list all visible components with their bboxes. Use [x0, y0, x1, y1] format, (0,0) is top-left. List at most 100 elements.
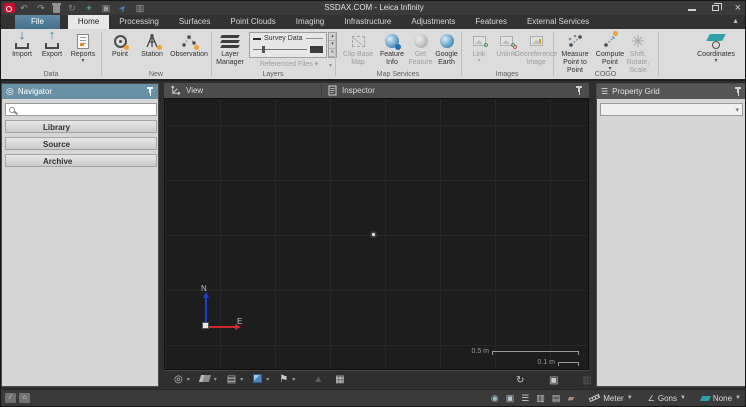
- new-observation-button[interactable]: Observation: [168, 31, 210, 59]
- tab-point-clouds[interactable]: Point Clouds: [220, 15, 285, 29]
- feature-info-button[interactable]: Feature Info: [377, 31, 407, 67]
- statusbar-property-grid-icon[interactable]: ☰: [521, 393, 529, 404]
- search-input[interactable]: [18, 105, 156, 115]
- clip-base-map-icon: [352, 36, 365, 47]
- layer-gallery-item-label: Survey Data: [264, 35, 303, 42]
- tab-adjustments[interactable]: Adjustments: [401, 15, 465, 29]
- google-earth-button[interactable]: Google Earth: [433, 31, 460, 67]
- meter-dropdown-caret: ▼: [627, 395, 633, 401]
- report-icon: [77, 34, 89, 49]
- gallery-dropdown-caret[interactable]: ▾: [329, 62, 332, 69]
- angle-icon: ∠: [648, 394, 655, 403]
- statusbar-inspector-icon[interactable]: ▣: [506, 393, 515, 404]
- tab-external-services[interactable]: External Services: [517, 15, 599, 29]
- home-chip[interactable]: ⌂: [19, 393, 30, 403]
- minimize-button[interactable]: [688, 9, 696, 11]
- angle-unit-selector[interactable]: ∠ Gons ▼: [648, 394, 686, 403]
- export-button[interactable]: ↑ Export: [38, 31, 66, 59]
- distance-unit-selector[interactable]: Meter ▼: [589, 394, 632, 403]
- navigator-library-button[interactable]: Library: [5, 120, 157, 133]
- view-orbit-button[interactable]: ◎: [174, 374, 183, 386]
- reports-button[interactable]: Reports: [68, 31, 98, 64]
- filter-dropdown-caret[interactable]: ▾: [292, 374, 295, 386]
- group-separator: [461, 32, 462, 76]
- referenced-files-button[interactable]: Referenced Files ▾: [247, 60, 331, 68]
- clip-base-map-button[interactable]: Clip Base Map: [341, 31, 375, 67]
- statusbar-project-icon[interactable]: ▰: [567, 393, 574, 404]
- property-grid-header[interactable]: ☰ Property Grid: [597, 84, 746, 99]
- navigator-source-button[interactable]: Source: [5, 137, 157, 150]
- inspector-icon: [328, 85, 337, 96]
- property-grid-title: Property Grid: [612, 87, 660, 96]
- globe-info-icon: [385, 34, 399, 48]
- opacity-slider-handle[interactable]: [262, 46, 265, 53]
- group-separator: [553, 32, 554, 76]
- restore-button[interactable]: [712, 5, 719, 11]
- layer-manager-button[interactable]: Layer Manager: [213, 31, 247, 67]
- measure-point-to-point-button[interactable]: Measure Point to Point: [555, 31, 595, 75]
- coordinates-button[interactable]: Coordinates: [691, 31, 741, 64]
- tab-imaging[interactable]: Imaging: [286, 15, 334, 29]
- import-button[interactable]: ↓ Import: [7, 31, 37, 59]
- none-dropdown-caret: ▼: [735, 395, 741, 401]
- property-grid-pin-icon[interactable]: [734, 87, 742, 96]
- statusbar-navigator-icon[interactable]: ◉: [491, 393, 499, 404]
- unlink-image-icon: [500, 36, 513, 46]
- view-pin-icon[interactable]: [575, 86, 583, 95]
- import-icon: ↓: [15, 33, 29, 49]
- eraser-dropdown-caret[interactable]: ▾: [214, 374, 217, 386]
- group-label-images: Images: [461, 71, 553, 78]
- new-station-button[interactable]: Station: [136, 31, 168, 59]
- snap-settings-button[interactable]: ▤: [227, 374, 236, 386]
- scale-minor-label: 0.1 m: [537, 359, 555, 366]
- collapse-ribbon-icon[interactable]: ▲: [732, 15, 739, 29]
- group-label-layers: Layers: [211, 71, 335, 78]
- shift-rotate-scale-icon: [630, 33, 646, 49]
- navigator-header[interactable]: ◎ Navigator: [2, 84, 158, 99]
- get-feature-button[interactable]: Get Feature: [407, 31, 434, 67]
- origin-point-marker: [372, 233, 375, 236]
- navigator-search[interactable]: [5, 103, 157, 116]
- edit-mode-chip[interactable]: ∕: [5, 393, 16, 403]
- navigator-pin-icon[interactable]: [146, 87, 154, 96]
- statusbar-report-icon[interactable]: ▤: [552, 393, 561, 404]
- capture-button-disabled: ▥: [582, 375, 591, 386]
- link-image-button[interactable]: Link: [467, 31, 491, 64]
- layer-color-swatch: [253, 38, 261, 40]
- coordinate-system-selector[interactable]: None ▼: [701, 394, 741, 403]
- axis-east-arrow: [206, 326, 236, 328]
- snap-dropdown-caret[interactable]: ▾: [240, 374, 243, 386]
- property-grid-selector[interactable]: [600, 103, 743, 116]
- close-button[interactable]: ×: [735, 2, 741, 14]
- navigator-archive-button[interactable]: Archive: [5, 154, 157, 167]
- title-bar: ↶ ↷ ↻ ✦ ▣ ➤ ▥ SSDAX.COM - Leica Infinity…: [1, 1, 746, 15]
- tab-inspector[interactable]: Inspector: [322, 83, 381, 98]
- tab-infrastructure[interactable]: Infrastructure: [334, 15, 401, 29]
- new-point-button[interactable]: Point: [105, 31, 135, 59]
- window-controls: ×: [688, 1, 741, 15]
- layer-gallery[interactable]: Survey Data: [249, 32, 327, 58]
- tab-surfaces[interactable]: Surfaces: [169, 15, 221, 29]
- grid-toggle-button[interactable]: ▦: [335, 374, 344, 386]
- export-icon: ↑: [45, 33, 59, 49]
- filter-button[interactable]: ⚑: [279, 374, 288, 386]
- view-axes-icon: [170, 85, 181, 96]
- tab-features[interactable]: Features: [465, 15, 517, 29]
- view-3d-cube-button[interactable]: [253, 374, 262, 387]
- zoom-extents-button[interactable]: ▣: [549, 375, 558, 386]
- refresh-view-button[interactable]: ↻: [516, 375, 524, 386]
- georeference-image-button[interactable]: Georeference Image: [520, 31, 552, 67]
- navigator-panel: ◎ Navigator Library Source Archive: [1, 83, 159, 387]
- tab-home[interactable]: Home: [68, 15, 109, 29]
- select-eraser-button[interactable]: [200, 374, 210, 386]
- tab-processing[interactable]: Processing: [109, 15, 169, 29]
- statusbar-layers-icon[interactable]: ▥: [536, 393, 545, 404]
- tab-view[interactable]: View: [164, 83, 209, 98]
- cube-dropdown-caret[interactable]: ▾: [266, 374, 269, 386]
- view-canvas[interactable]: N E 0.5 m 0.1 m: [164, 98, 589, 370]
- orbit-dropdown-caret[interactable]: ▾: [187, 374, 190, 386]
- view-toolbar: ◎ ▾ ▾ ▤ ▾ ▾ ⚑ ▾ ▲ ▦ ↻ ▣ ▥: [164, 370, 589, 389]
- opacity-value-box: [310, 46, 323, 53]
- shift-rotate-scale-button[interactable]: Shift, Rotate, Scale: [619, 31, 657, 75]
- ruler-icon: [589, 394, 601, 402]
